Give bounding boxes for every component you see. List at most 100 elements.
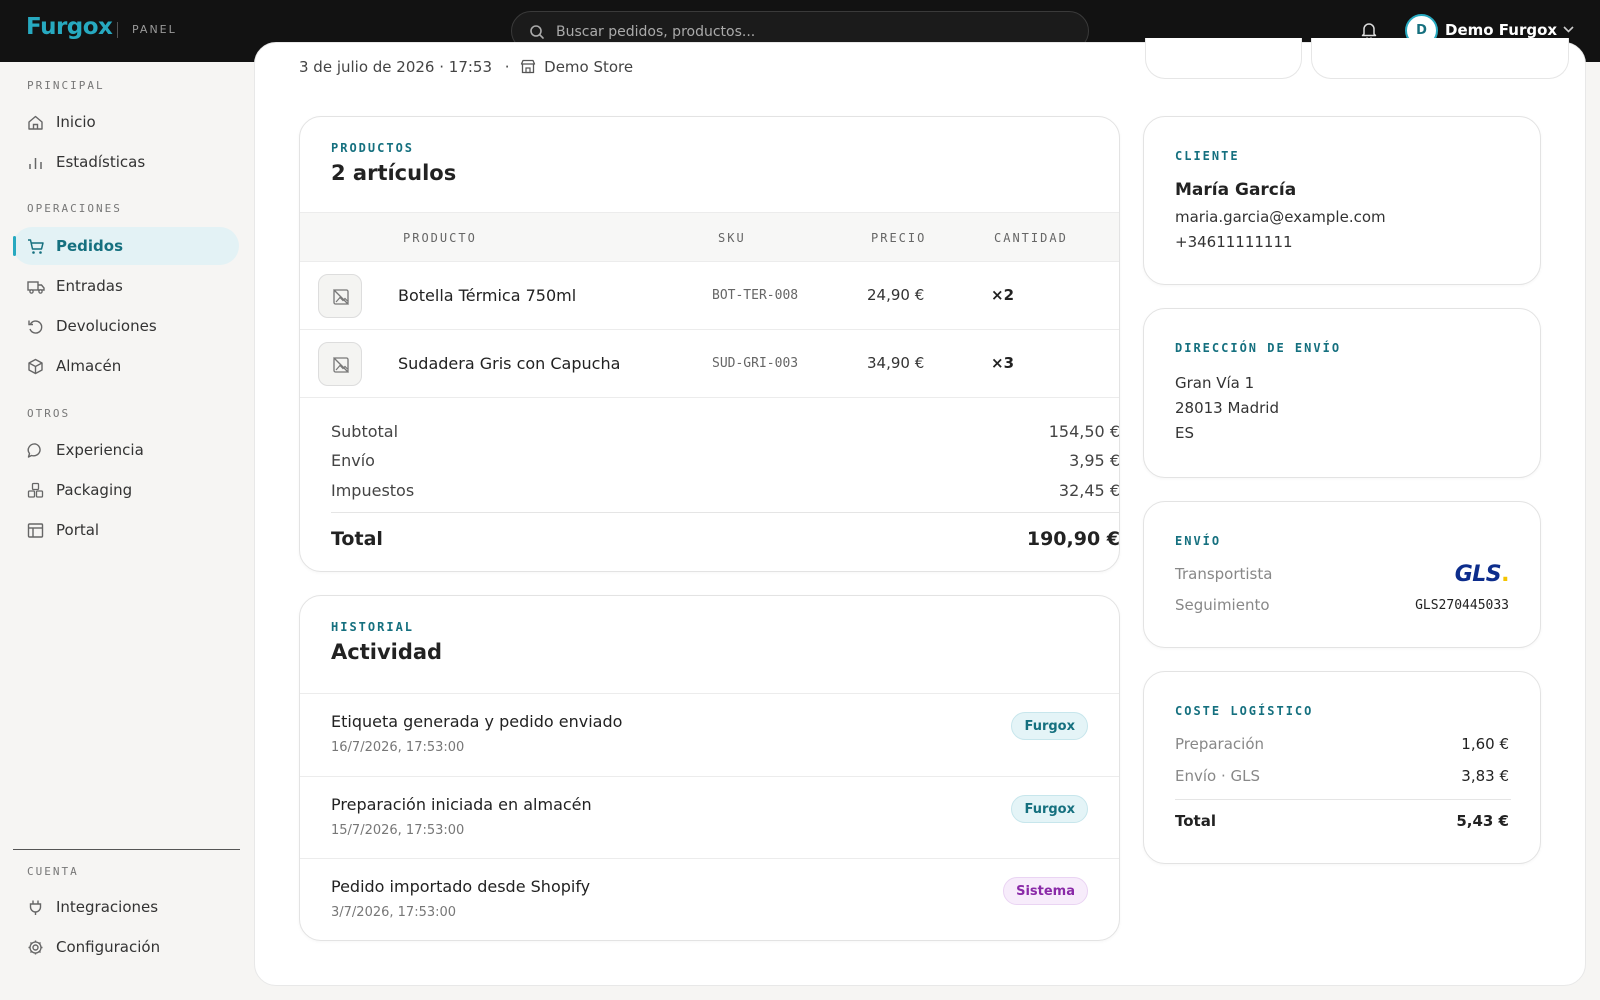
sidebar-item-label: Pedidos: [56, 237, 124, 255]
activity-timestamp: 3/7/2026, 17:53:00: [331, 905, 457, 920]
products-card: PRODUCTOS 2 artículos PRODUCTO SKU PRECI…: [299, 116, 1120, 572]
plug-icon: [29, 900, 42, 915]
cost-value: 1,60 €: [1461, 735, 1509, 753]
summary-envio: Envío 3,95 €: [331, 451, 1120, 470]
tracking-number[interactable]: GLS270445033: [1415, 598, 1509, 613]
shipping-card: ENVÍO Transportista GLS. Seguimiento GLS…: [1143, 501, 1541, 648]
sidebar-section-otros: OTROS: [27, 407, 71, 420]
address-line1: Gran Vía 1: [1175, 374, 1255, 392]
meta-separator: ·: [504, 58, 510, 76]
logo-divider: [117, 22, 118, 38]
sidebar-item-entradas[interactable]: Entradas: [13, 267, 239, 305]
summary-value: 32,45 €: [1058, 481, 1120, 500]
product-quantity: ×3: [991, 354, 1015, 372]
address-country: ES: [1175, 424, 1194, 442]
gear-icon: [28, 940, 43, 955]
product-price: 34,90 €: [867, 354, 925, 372]
products-eyebrow: PRODUCTOS: [331, 141, 415, 155]
sidebar-section-cuenta: CUENTA: [27, 865, 79, 878]
cost-total-value: 5,43 €: [1456, 812, 1509, 830]
search-input[interactable]: [556, 21, 1066, 43]
image-off-icon: [333, 289, 349, 305]
product-name[interactable]: Botella Térmica 750ml: [398, 286, 576, 305]
column-header-precio: PRECIO: [871, 231, 927, 245]
cost-total-label: Total: [1175, 812, 1216, 830]
table-row[interactable]: Sudadera Gris con Capucha SUD-GRI-003 34…: [300, 330, 1119, 398]
product-sku: BOT-TER-008: [712, 288, 799, 303]
chat-icon: [27, 443, 41, 458]
search-icon: [530, 25, 544, 39]
box-icon: [28, 358, 43, 375]
summary-label: Impuestos: [331, 481, 415, 500]
summary-total: Total 190,90 €: [331, 528, 1120, 550]
active-indicator: [13, 236, 16, 256]
activity-title: Actividad: [331, 640, 443, 664]
sidebar-item-label: Almacén: [56, 357, 122, 375]
logistics-cost-card: COSTE LOGÍSTICO Preparación 1,60 € Envío…: [1143, 671, 1541, 864]
product-name[interactable]: Sudadera Gris con Capucha: [398, 354, 620, 373]
column-header-producto: PRODUCTO: [403, 231, 477, 245]
sidebar-item-configuracion[interactable]: Configuración: [13, 928, 239, 966]
product-quantity: ×2: [991, 286, 1015, 304]
products-title: 2 artículos: [331, 161, 457, 185]
bell-icon[interactable]: [1360, 20, 1378, 40]
customer-phone[interactable]: +34611111111: [1175, 233, 1293, 251]
order-date: 3 de julio de 2026 · 17:53: [299, 58, 493, 76]
brand-tag: PANEL: [132, 23, 177, 36]
summary-value: 154,50 €: [1048, 422, 1120, 441]
sidebar-item-estadisticas[interactable]: Estadísticas: [13, 143, 239, 181]
return-icon: [28, 320, 43, 334]
sidebar-item-label: Experiencia: [56, 441, 144, 459]
activity-item: Preparación iniciada en almacén 15/7/202…: [300, 776, 1119, 858]
address-line2: 28013 Madrid: [1175, 399, 1279, 417]
sidebar-item-label: Estadísticas: [56, 153, 146, 171]
table-row[interactable]: Botella Térmica 750ml BOT-TER-008 24,90 …: [300, 262, 1119, 330]
gls-logo: GLS.: [1454, 562, 1510, 587]
sidebar: PRINCIPAL Inicio Estadísticas OPERACIONE…: [0, 62, 250, 1000]
customer-name[interactable]: María García: [1175, 180, 1296, 200]
product-thumbnail: [318, 274, 362, 318]
sidebar-item-inicio[interactable]: Inicio: [13, 103, 239, 141]
chevron-down-icon[interactable]: [1563, 26, 1574, 33]
brand-logo[interactable]: Furgox: [26, 14, 113, 40]
total-value: 190,90 €: [1026, 528, 1120, 550]
sidebar-item-label: Configuración: [56, 938, 161, 956]
activity-timestamp: 16/7/2026, 17:53:00: [331, 740, 465, 755]
activity-card: HISTORIAL Actividad Etiqueta generada y …: [299, 595, 1120, 941]
store-name[interactable]: Demo Store: [544, 58, 633, 76]
store-icon: [521, 59, 536, 74]
customer-card: CLIENTE María García maria.garcia@exampl…: [1143, 116, 1541, 285]
activity-title-text: Pedido importado desde Shopify: [331, 877, 591, 896]
sidebar-item-devoluciones[interactable]: Devoluciones: [13, 307, 239, 345]
address-card: DIRECCIÓN DE ENVÍO Gran Vía 1 28013 Madr…: [1143, 308, 1541, 478]
product-sku: SUD-GRI-003: [712, 356, 799, 371]
user-name[interactable]: Demo Furgox: [1445, 21, 1557, 39]
header-card: [1311, 38, 1569, 79]
sidebar-item-label: Portal: [56, 521, 100, 539]
summary-value: 3,95 €: [1069, 451, 1120, 470]
customer-email[interactable]: maria.garcia@example.com: [1175, 208, 1386, 226]
sidebar-item-packaging[interactable]: Packaging: [13, 471, 239, 509]
sidebar-item-pedidos[interactable]: Pedidos: [13, 227, 239, 265]
activity-title-text: Preparación iniciada en almacén: [331, 795, 592, 814]
sidebar-item-label: Devoluciones: [56, 317, 157, 335]
order-meta: 3 de julio de 2026 · 17:53 · Demo Store: [299, 58, 633, 76]
truck-icon: [27, 281, 45, 294]
sidebar-item-experiencia[interactable]: Experiencia: [13, 431, 239, 469]
column-header-sku: SKU: [718, 231, 746, 245]
table-header: PRODUCTO SKU PRECIO CANTIDAD: [300, 212, 1119, 262]
summary-impuestos: Impuestos 32,45 €: [331, 481, 1120, 500]
source-badge: Furgox: [1011, 712, 1088, 740]
header-card: [1145, 38, 1302, 79]
sidebar-section-operaciones: OPERACIONES: [27, 202, 122, 215]
bar-chart-icon: [29, 158, 42, 169]
image-off-icon: [333, 357, 349, 373]
logistics-eyebrow: COSTE LOGÍSTICO: [1175, 704, 1314, 718]
sidebar-item-portal[interactable]: Portal: [13, 511, 239, 549]
activity-timestamp: 15/7/2026, 17:53:00: [331, 823, 465, 838]
tracking-label: Seguimiento: [1175, 596, 1270, 614]
sidebar-item-integraciones[interactable]: Integraciones: [13, 888, 239, 926]
sidebar-section-principal: PRINCIPAL: [27, 79, 105, 92]
summary-label: Subtotal: [331, 422, 399, 441]
sidebar-item-almacen[interactable]: Almacén: [13, 347, 239, 385]
